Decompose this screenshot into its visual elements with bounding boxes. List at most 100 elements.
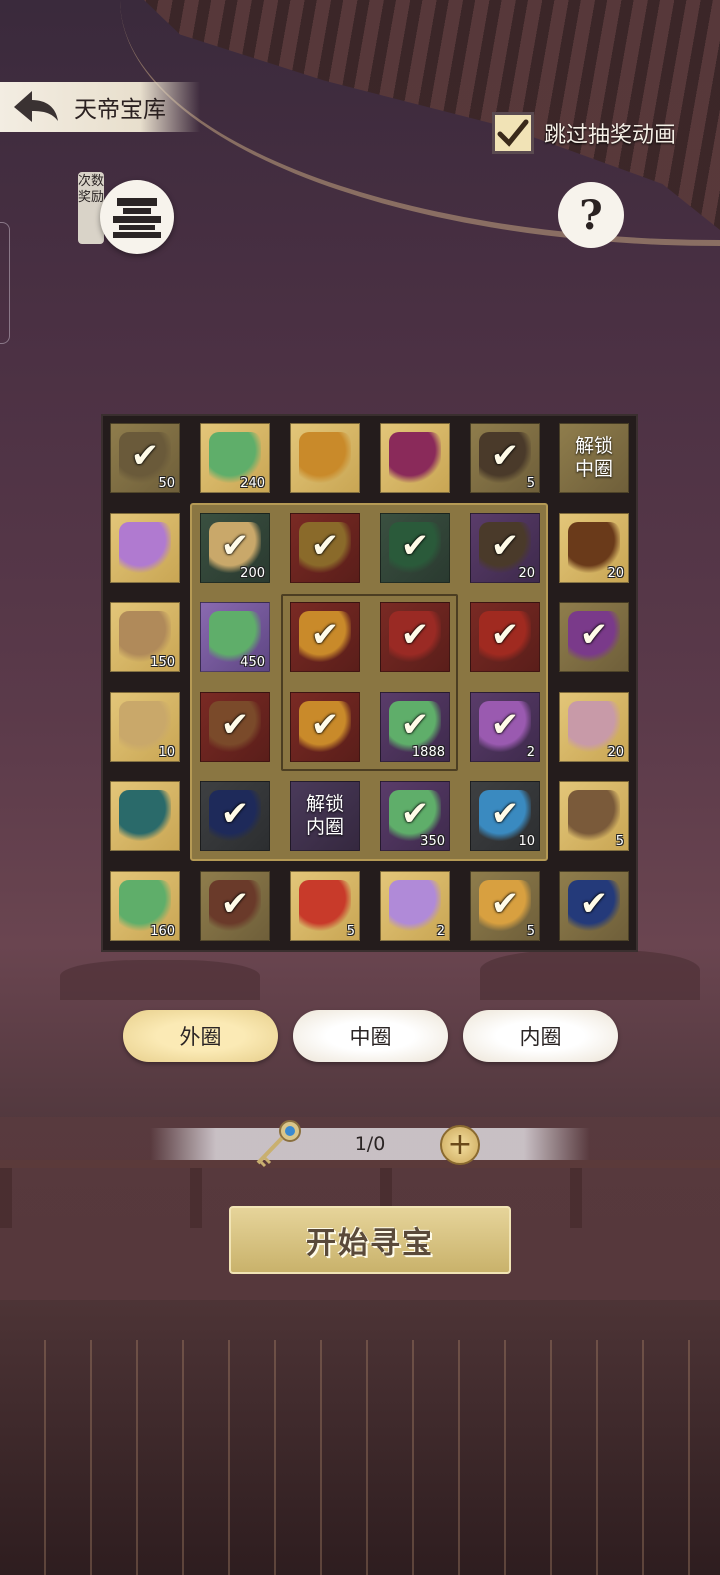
middle-ring-tile: 10 ✔ <box>470 781 540 851</box>
middle-ring-tile: 20 ✔ <box>470 513 540 583</box>
purple-chest-icon <box>119 522 171 574</box>
outer-ring-tile: 160 <box>110 871 180 941</box>
outer-ring-tile: 2 <box>380 871 450 941</box>
middle-ring-tile: ✔ <box>200 781 270 851</box>
claimed-check-icon: ✔ <box>490 705 520 745</box>
outer-ring-tile: ✔ <box>200 871 270 941</box>
claimed-check-icon: ✔ <box>220 705 250 745</box>
outer-ring-tile <box>110 513 180 583</box>
unlock-label: 解锁 中圈 <box>574 435 613 480</box>
tab-inner-ring[interactable]: 内圈 <box>463 1010 618 1062</box>
outer-ring-tile: 5 <box>290 871 360 941</box>
outer-ring-tile: 20 <box>559 513 629 583</box>
page-title: 天帝宝库 <box>74 97 166 123</box>
item-count: 5 <box>346 924 355 939</box>
item-count: 150 <box>150 655 175 670</box>
outer-ring-tile: 5 ✔ <box>470 423 540 493</box>
outer-ring-tile: 240 <box>200 423 270 493</box>
back-bar[interactable]: 天帝宝库 <box>0 82 200 132</box>
inner-ring-tile: ✔ <box>290 602 360 672</box>
outer-ring-tile: 20 <box>559 692 629 762</box>
tab-middle-ring[interactable]: 中圈 <box>293 1010 448 1062</box>
count-reward-button[interactable] <box>100 180 174 254</box>
book-icon <box>389 432 441 484</box>
outer-ring-tile: 150 <box>110 602 180 672</box>
claimed-check-icon: ✔ <box>220 794 250 834</box>
claimed-check-icon: ✔ <box>400 705 430 745</box>
item-count: 200 <box>240 566 265 581</box>
item-count: 2 <box>436 924 445 939</box>
middle-ring-tile: ✔ <box>200 692 270 762</box>
skip-animation-label: 跳过抽奖动画 <box>544 123 677 148</box>
item-count: 450 <box>240 655 265 670</box>
claimed-check-icon: ✔ <box>400 526 430 566</box>
side-drawer-handle[interactable] <box>0 222 10 344</box>
claimed-check-icon: ✔ <box>220 884 250 924</box>
middle-ring-tile: ✔ <box>470 602 540 672</box>
pagoda-silhouette <box>480 950 700 1000</box>
middle-ring-tile: 解锁 内圈 <box>290 781 360 851</box>
claimed-check-icon: ✔ <box>310 615 340 655</box>
item-count: 1888 <box>411 745 445 760</box>
skip-animation-checkbox[interactable] <box>492 112 534 154</box>
question-mark-icon: ? <box>579 191 603 239</box>
start-treasure-hunt-button[interactable]: 开始寻宝 <box>229 1206 511 1274</box>
middle-ring-tile: ✔ <box>290 513 360 583</box>
red-orb-icon <box>299 880 351 932</box>
claimed-check-icon: ✔ <box>490 436 520 476</box>
claimed-check-icon: ✔ <box>579 884 609 924</box>
middle-ring-tile: 200 ✔ <box>200 513 270 583</box>
item-count: 240 <box>240 476 265 491</box>
tab-outer-ring[interactable]: 外圈 <box>123 1010 278 1062</box>
claimed-check-icon: ✔ <box>579 615 609 655</box>
inner-ring-tile: ✔ <box>290 692 360 762</box>
butterfly-icon <box>389 880 441 932</box>
add-keys-button[interactable]: + <box>440 1125 480 1165</box>
key-count: 1/0 <box>354 1133 386 1155</box>
item-count: 5 <box>526 476 535 491</box>
wooden-chest-icon <box>568 790 620 842</box>
outer-ring-tile: 5 ✔ <box>470 871 540 941</box>
outer-ring-tile <box>110 781 180 851</box>
outer-ring-tile: 50 ✔ <box>110 423 180 493</box>
item-count: 5 <box>526 924 535 939</box>
claimed-check-icon: ✔ <box>310 705 340 745</box>
item-count: 2 <box>526 745 535 760</box>
claimed-check-icon: ✔ <box>220 526 250 566</box>
skip-animation-toggle[interactable]: 跳过抽奖动画 <box>492 112 676 154</box>
pagoda-silhouette <box>60 960 260 1000</box>
claimed-check-icon: ✔ <box>130 436 160 476</box>
item-count: 50 <box>158 476 175 491</box>
item-count: 10 <box>518 834 535 849</box>
help-button[interactable]: ? <box>558 182 624 248</box>
item-count: 160 <box>150 924 175 939</box>
outer-ring-tile <box>380 423 450 493</box>
claimed-check-icon: ✔ <box>400 794 430 834</box>
outer-ring-tile: 解锁 中圈 <box>559 423 629 493</box>
middle-ring-tile: ✔ <box>380 513 450 583</box>
back-arrow-icon[interactable] <box>10 87 62 127</box>
claimed-check-icon: ✔ <box>490 615 520 655</box>
claimed-check-icon: ✔ <box>490 884 520 924</box>
outer-ring-tile <box>290 423 360 493</box>
inner-ring-tile: 1888 ✔ <box>380 692 450 762</box>
outer-ring-tile: 10 <box>110 692 180 762</box>
middle-ring-tile: 350 ✔ <box>380 781 450 851</box>
claimed-check-icon: ✔ <box>310 526 340 566</box>
unlock-label: 解锁 内圈 <box>305 793 344 838</box>
teal-book-icon <box>119 790 171 842</box>
item-count: 350 <box>420 834 445 849</box>
floor-pattern <box>0 1340 720 1575</box>
inner-ring-tile: ✔ <box>380 602 450 672</box>
outer-ring-tile: 5 <box>559 781 629 851</box>
item-count: 20 <box>607 745 624 760</box>
claimed-check-icon: ✔ <box>490 526 520 566</box>
middle-ring-tile: 450 <box>200 602 270 672</box>
key-icon <box>256 1120 301 1168</box>
checkmark-icon <box>497 119 529 147</box>
claimed-check-icon: ✔ <box>490 794 520 834</box>
item-count: 20 <box>518 566 535 581</box>
outer-ring-tile: ✔ <box>559 602 629 672</box>
treasure-chest-icon <box>299 432 351 484</box>
item-count: 20 <box>607 566 624 581</box>
